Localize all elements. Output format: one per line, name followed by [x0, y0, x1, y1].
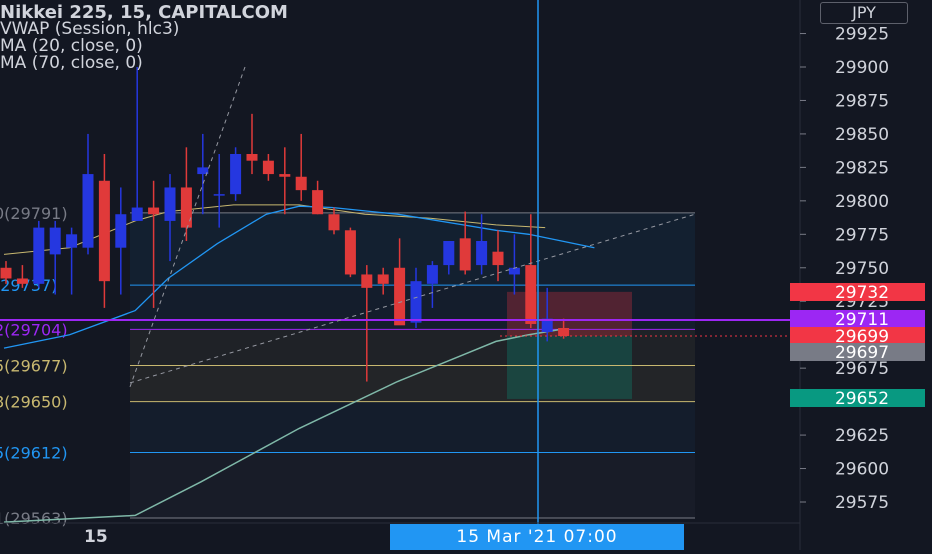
candle-body[interactable]: [49, 227, 61, 255]
candle-body[interactable]: [361, 274, 373, 288]
x-axis-day-label: 15: [84, 527, 108, 547]
crosshair-time-label: 15 Mar '21 07:00: [390, 524, 684, 550]
fib-level-label: 1(29563): [0, 509, 68, 528]
candle-body[interactable]: [295, 176, 307, 191]
candle-body[interactable]: [377, 274, 389, 284]
candle-body[interactable]: [410, 281, 422, 323]
fib-level-label: 5(29612): [0, 443, 68, 462]
candle-body[interactable]: [66, 234, 78, 248]
candle-body[interactable]: [312, 190, 324, 215]
candle-body[interactable]: [476, 241, 488, 266]
price-badge-label: 29652: [835, 389, 889, 409]
chart-legend: Nikkei 225, 15, CAPITALCOM VWAP (Session…: [0, 4, 288, 72]
y-tick-label: 29850: [835, 125, 889, 145]
candle-body[interactable]: [230, 154, 242, 195]
candle-body[interactable]: [82, 174, 94, 248]
candle-body[interactable]: [115, 214, 127, 248]
candle-body[interactable]: [180, 187, 192, 228]
candle-body[interactable]: [16, 278, 28, 284]
y-tick-label: 29875: [835, 91, 889, 111]
y-tick-label: 29600: [835, 460, 889, 480]
y-tick-label: 29575: [835, 493, 889, 513]
position-target-zone[interactable]: [507, 336, 632, 399]
candle-body[interactable]: [262, 160, 274, 175]
currency-badge[interactable]: JPY: [820, 2, 908, 24]
y-tick-label: 29800: [835, 192, 889, 212]
candle-body[interactable]: [328, 214, 340, 231]
candle-body[interactable]: [213, 194, 225, 196]
fib-zone: [130, 212, 695, 286]
candle-body[interactable]: [344, 230, 356, 275]
fib-level-label: 8(29650): [0, 393, 68, 412]
price-badge-label: 29732: [835, 283, 889, 303]
candle-body[interactable]: [98, 180, 110, 282]
candle-body[interactable]: [394, 267, 406, 326]
y-tick-label: 29925: [835, 25, 889, 45]
price-chart[interactable]: 0(29791) (29737) 2(29704) 5(29677) 8(29650) 5…: [0, 0, 932, 550]
fib-zone: [130, 401, 695, 453]
candle-body[interactable]: [558, 328, 570, 337]
fib-level-label: 5(29677): [0, 356, 68, 375]
candle-body[interactable]: [525, 265, 537, 324]
y-tick-label: 29750: [835, 259, 889, 279]
candle-body[interactable]: [131, 207, 143, 221]
price-badge-label: 29697: [835, 343, 889, 363]
candle-body[interactable]: [164, 187, 176, 221]
candle-body[interactable]: [492, 251, 504, 266]
candle-body[interactable]: [33, 227, 45, 284]
fib-level-label: 0(29791): [0, 204, 68, 223]
fib-level-label: 2(29704): [0, 320, 68, 339]
candle-body[interactable]: [0, 267, 12, 279]
candle-body[interactable]: [459, 238, 471, 271]
candle-body[interactable]: [508, 267, 520, 275]
y-tick-label: 29625: [835, 426, 889, 446]
chart-area[interactable]: 0(29791) (29737) 2(29704) 5(29677) 8(29650) 5…: [0, 0, 932, 550]
y-tick-label: 29825: [835, 158, 889, 178]
y-tick-label: 29900: [835, 58, 889, 78]
fib-level-label: (29737): [0, 276, 57, 295]
candle-body[interactable]: [279, 174, 291, 177]
y-tick-label: 29775: [835, 225, 889, 245]
candle-body[interactable]: [148, 207, 160, 215]
candle-body[interactable]: [426, 265, 438, 284]
indicator-ma-70[interactable]: MA (70, close, 0): [0, 55, 288, 72]
fib-zone: [130, 452, 695, 519]
candle-body[interactable]: [246, 154, 258, 161]
candle-body[interactable]: [443, 241, 455, 266]
